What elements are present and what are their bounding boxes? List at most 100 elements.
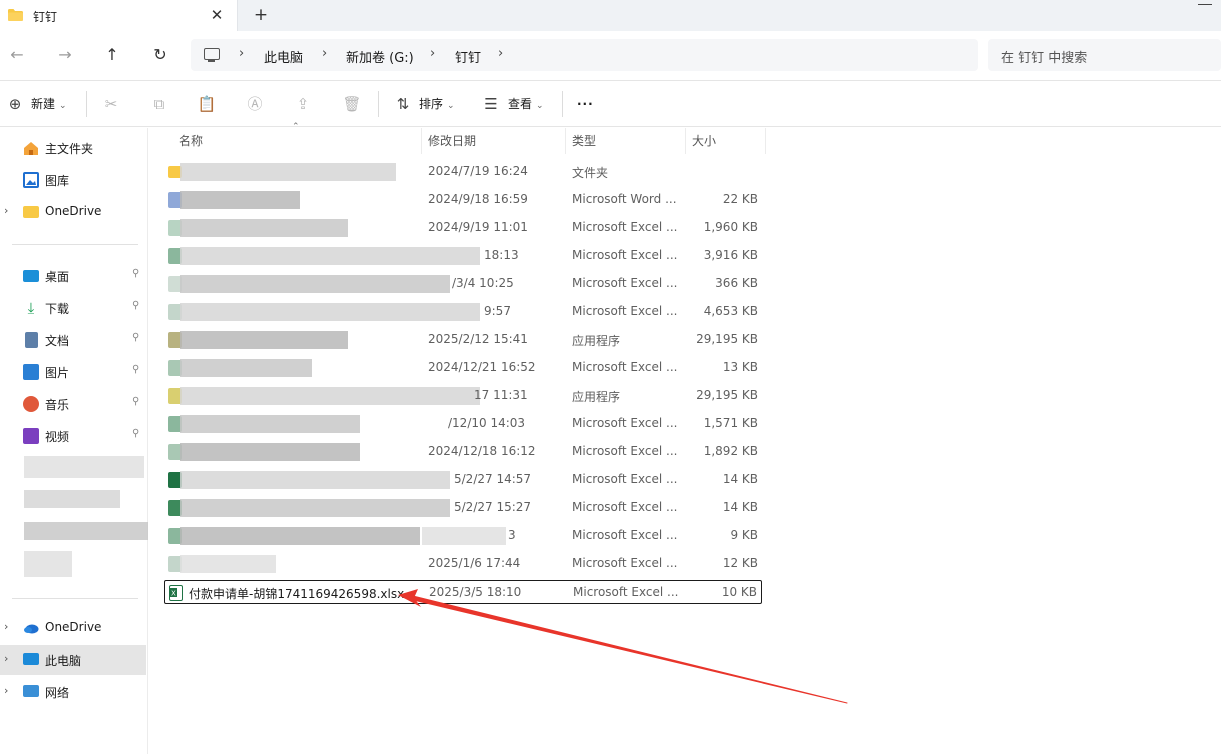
computer-icon: [23, 653, 39, 665]
file-row[interactable]: 3 Microsoft Excel ... 9 KB: [164, 523, 762, 549]
copy-icon[interactable]: ⧉: [148, 93, 170, 115]
pixelated-name: [180, 555, 276, 573]
forward-button[interactable]: →: [53, 43, 77, 67]
view-button[interactable]: 查看 ⌄: [508, 93, 544, 115]
file-row[interactable]: /12/10 14:03 Microsoft Excel ... 1,571 K…: [164, 411, 762, 437]
file-row[interactable]: /3/4 10:25 Microsoft Excel ... 366 KB: [164, 271, 762, 297]
chevron-right-icon[interactable]: ›: [4, 652, 8, 665]
tab-title: 钉钉: [33, 10, 58, 24]
back-button[interactable]: ←: [5, 43, 29, 67]
sidebar-item-redacted[interactable]: [0, 485, 146, 515]
search-input[interactable]: 在 钉钉 中搜索: [1001, 47, 1087, 66]
file-row[interactable]: 2025/2/12 15:41 应用程序 29,195 KB: [164, 327, 762, 353]
sidebar-item-music[interactable]: 音乐 ⚲: [0, 389, 146, 419]
sidebar-item-redacted[interactable]: [0, 517, 148, 547]
sidebar-item-downloads[interactable]: ⤓ 下载 ⚲: [0, 293, 146, 323]
excel-file-icon: X: [169, 585, 183, 601]
chevron-right-icon[interactable]: ›: [4, 684, 8, 697]
pixelated-name: [180, 499, 450, 517]
file-row[interactable]: 2024/12/21 16:52 Microsoft Excel ... 13 …: [164, 355, 762, 381]
sort-button[interactable]: 排序 ⌄: [419, 93, 455, 115]
sidebar-item-onedrive-top[interactable]: › OneDrive: [0, 197, 146, 227]
minimize-icon[interactable]: [1198, 4, 1212, 5]
document-icon: [25, 332, 38, 348]
file-row[interactable]: 2025/1/6 17:44 Microsoft Excel ... 12 KB: [164, 551, 762, 577]
sidebar-item-desktop[interactable]: 桌面 ⚲: [0, 261, 146, 291]
file-row[interactable]: 2024/7/19 16:24 文件夹: [164, 159, 762, 185]
toolbar-divider: [86, 91, 87, 117]
refresh-button[interactable]: ↻: [148, 43, 172, 67]
sidebar-item-this-pc[interactable]: › 此电脑: [0, 645, 146, 675]
pixelated-name: [180, 527, 420, 545]
navigation-bar: ← → ↑ ↻ › 此电脑 › 新加卷 (G:) › 钉钉 › 在 钉钉 中搜索: [0, 31, 1221, 79]
file-row[interactable]: 2024/9/18 16:59 Microsoft Word ... 22 KB: [164, 187, 762, 213]
file-row[interactable]: 18:13 Microsoft Excel ... 3,916 KB: [164, 243, 762, 269]
chevron-right-icon[interactable]: ›: [4, 620, 8, 633]
pixelated-name: [180, 331, 348, 349]
cut-icon[interactable]: ✂: [100, 93, 122, 115]
chevron-down-icon: ⌄: [536, 101, 544, 111]
pixelated-label: [24, 490, 120, 508]
close-tab-button[interactable]: ✕: [209, 5, 225, 25]
search-box[interactable]: 在 钉钉 中搜索: [988, 39, 1221, 71]
file-row[interactable]: 9:57 Microsoft Excel ... 4,653 KB: [164, 299, 762, 325]
sidebar-item-pictures[interactable]: 图片 ⚲: [0, 357, 146, 387]
file-row[interactable]: 2024/9/19 11:01 Microsoft Excel ... 1,96…: [164, 215, 762, 241]
sidebar-item-home[interactable]: 主文件夹: [0, 133, 146, 163]
svg-text:X: X: [171, 590, 176, 598]
sidebar-item-redacted[interactable]: [0, 549, 146, 579]
sidebar-item-onedrive[interactable]: › OneDrive: [0, 613, 146, 643]
share-icon[interactable]: ⇪: [292, 93, 314, 115]
folder-icon: [8, 9, 23, 21]
pin-icon[interactable]: ⚲: [132, 268, 139, 279]
chevron-right-icon[interactable]: ›: [239, 46, 244, 61]
column-header-name[interactable]: 名称: [173, 128, 422, 154]
chevron-right-icon[interactable]: ›: [498, 46, 503, 61]
chevron-right-icon[interactable]: ›: [430, 46, 435, 61]
chevron-right-icon[interactable]: ›: [322, 46, 327, 61]
breadcrumb-drive-g[interactable]: 新加卷 (G:): [346, 47, 414, 66]
sort-icon[interactable]: ⇅: [392, 93, 414, 115]
breadcrumb-this-pc[interactable]: 此电脑: [264, 47, 303, 66]
address-bar[interactable]: › 此电脑 › 新加卷 (G:) › 钉钉 ›: [191, 39, 978, 71]
file-row[interactable]: 17 11:31 应用程序 29,195 KB: [164, 383, 762, 409]
sidebar-item-redacted[interactable]: [0, 453, 146, 483]
new-icon[interactable]: ⊕: [4, 93, 26, 115]
sidebar-item-network[interactable]: › 网络: [0, 677, 146, 707]
desktop-icon: [23, 270, 39, 282]
chevron-right-icon[interactable]: ›: [4, 204, 8, 217]
more-options-button[interactable]: ···: [577, 93, 594, 115]
pin-icon[interactable]: ⚲: [132, 396, 139, 407]
delete-icon[interactable]: 🗑: [341, 93, 363, 115]
pixelated-name: [180, 163, 396, 181]
view-icon[interactable]: ☰: [480, 93, 502, 115]
sidebar-item-gallery[interactable]: 图库: [0, 165, 146, 195]
pin-icon[interactable]: ⚲: [132, 428, 139, 439]
gallery-icon: [23, 172, 39, 188]
file-row[interactable]: 5/2/27 14:57 Microsoft Excel ... 14 KB: [164, 467, 762, 493]
column-header-modified[interactable]: 修改日期: [422, 128, 566, 154]
new-button[interactable]: 新建 ⌄: [31, 93, 67, 115]
pin-icon[interactable]: ⚲: [132, 300, 139, 311]
file-row-selected[interactable]: X 付款申请单-胡锦1741169426598.xlsx 2025/3/5 18…: [164, 580, 762, 604]
paste-icon[interactable]: 📋: [196, 93, 218, 115]
sidebar-item-videos[interactable]: 视频 ⚲: [0, 421, 146, 451]
download-icon: ⤓: [27, 299, 35, 317]
file-row[interactable]: 5/2/27 15:27 Microsoft Excel ... 14 KB: [164, 495, 762, 521]
rename-icon[interactable]: Ⓐ: [244, 93, 266, 115]
title-bar: 钉钉 ✕ +: [0, 0, 1221, 31]
breadcrumb-dingding[interactable]: 钉钉: [455, 47, 481, 66]
new-tab-button[interactable]: +: [251, 4, 271, 26]
pixelated-name: [180, 303, 480, 321]
navigation-pane: 主文件夹 图库 › OneDrive 桌面 ⚲ ⤓ 下载 ⚲ 文档 ⚲ 图片 ⚲…: [0, 128, 148, 754]
tab-dingding[interactable]: 钉钉 ✕: [0, 0, 238, 31]
column-header-type[interactable]: 类型: [566, 128, 686, 154]
file-row[interactable]: 2024/12/18 16:12 Microsoft Excel ... 1,8…: [164, 439, 762, 465]
computer-icon[interactable]: [204, 48, 220, 62]
column-header-size[interactable]: 大小: [686, 128, 766, 154]
up-button[interactable]: ↑: [100, 43, 124, 67]
pixelated-label: [24, 522, 148, 540]
pin-icon[interactable]: ⚲: [132, 364, 139, 375]
sidebar-item-documents[interactable]: 文档 ⚲: [0, 325, 146, 355]
pin-icon[interactable]: ⚲: [132, 332, 139, 343]
